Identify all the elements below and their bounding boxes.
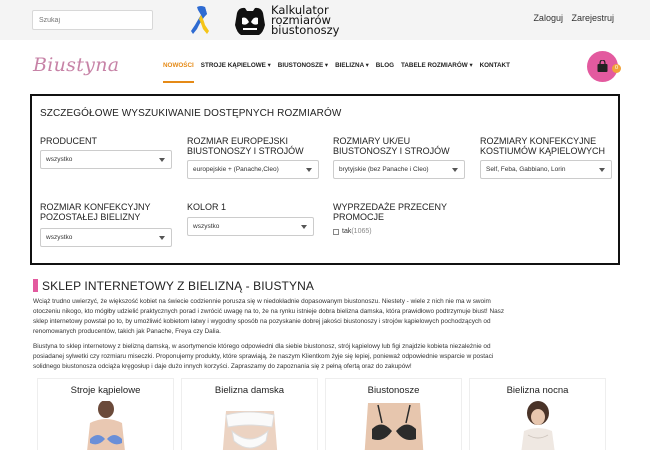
swimwear-photo	[87, 401, 125, 450]
intro-paragraph-1: Wciąż trudno uwierzyć, że większość kobi…	[33, 298, 505, 335]
intro-paragraph-2: Biustyna to sklep internetowy z bielizną…	[33, 343, 494, 370]
producent-label: PRODUCENT	[40, 136, 98, 146]
nav-item-blog[interactable]: BLOG	[376, 62, 394, 83]
brand-logo[interactable]: Biustyna	[33, 54, 119, 76]
eu-size-select[interactable]: europejskie + (Panache,Cleo)	[187, 160, 319, 179]
eu-size-value: europejskie + (Panache,Cleo)	[193, 166, 279, 173]
account-links: Zaloguj Zarejestruj	[527, 13, 614, 23]
uk-size-value: brytyjskie (bez Panache i Cleo)	[339, 166, 429, 173]
section-heading: SKLEP INTERNETOWY Z BIELIZNĄ - BIUSTYNA	[33, 278, 314, 293]
uk-size-label: ROZMIARY UK/EU BIUSTONOSZY I STROJÓW	[333, 136, 450, 156]
swimsuit-size-value: Self, Feba, Gabbiano, Lorin	[486, 166, 566, 173]
lingerie-photo	[222, 411, 278, 450]
bra-calculator-link[interactable]: Kalkulator rozmiarów biustonoszy	[271, 4, 361, 36]
nav-item-biustonosze[interactable]: BIUSTONOSZE ▾	[278, 62, 328, 83]
lingerie-size-value: wszystko	[46, 234, 73, 241]
category-card-stroje[interactable]: Stroje kąpielowe	[37, 378, 174, 450]
nightwear-photo	[521, 401, 555, 450]
heading-accent-bar	[33, 279, 38, 292]
page-title: SKLEP INTERNETOWY Z BIELIZNĄ - BIUSTYNA	[42, 278, 314, 293]
nav-item-tabele-rozmiarow[interactable]: TABELE ROZMIARÓW ▾	[401, 62, 473, 83]
nav-menu: NOWOŚCI STROJE KĄPIELOWE ▾ BIUSTONOSZE ▾…	[163, 62, 517, 83]
chevron-down-icon	[159, 236, 165, 240]
nav-item-kontakt[interactable]: KONTAKT	[480, 62, 510, 83]
cart-count-badge: 0	[612, 64, 621, 73]
color-value: wszystko	[193, 223, 220, 230]
category-card-title: Stroje kąpielowe	[70, 385, 141, 396]
chevron-down-icon	[159, 158, 165, 162]
bra-photo	[364, 403, 424, 450]
eu-size-label: ROZMIAR EUROPEJSKI BIUSTONOSZY I STROJÓW	[187, 136, 304, 156]
promo-checkbox[interactable]	[333, 229, 339, 235]
search-input[interactable]	[32, 10, 153, 30]
category-card-bielizna-nocna[interactable]: Bielizna nocna	[469, 378, 606, 450]
chevron-down-icon	[306, 168, 312, 172]
producent-select[interactable]: wszystko	[40, 150, 172, 169]
login-link[interactable]: Zaloguj	[533, 13, 563, 23]
main-navigation: Biustyna NOWOŚCI STROJE KĄPIELOWE ▾ BIUS…	[0, 40, 650, 93]
producent-value: wszystko	[46, 156, 73, 163]
color-select[interactable]: wszystko	[187, 217, 314, 236]
promo-label: WYPRZEDAŻE PRZECENY PROMOCJE	[333, 202, 448, 222]
chevron-down-icon	[301, 225, 307, 229]
bra-calculator-logo-icon[interactable]	[233, 5, 267, 37]
promo-option: tak(1065)	[342, 228, 372, 235]
nav-item-stroje-kapielowe[interactable]: STROJE KĄPIELOWE ▾	[201, 62, 271, 83]
nav-item-bielizna[interactable]: BIELIZNA ▾	[335, 62, 369, 83]
category-card-title: Bielizna nocna	[506, 385, 569, 396]
lingerie-size-select[interactable]: wszystko	[40, 228, 172, 247]
top-bar: Kalkulator rozmiarów biustonoszy Zaloguj…	[0, 0, 650, 40]
chevron-down-icon	[452, 168, 458, 172]
lingerie-size-label: ROZMIAR KONFEKCYJNY POZOSTAŁEJ BIELIZNY	[40, 202, 151, 222]
shopping-bag-icon	[597, 60, 608, 72]
category-card-title: Biustonosze	[367, 385, 420, 396]
color-label: KOLOR 1	[187, 202, 227, 212]
chevron-down-icon	[599, 168, 605, 172]
uk-size-select[interactable]: brytyjskie (bez Panache i Cleo)	[333, 160, 465, 179]
nav-item-nowosci[interactable]: NOWOŚCI	[163, 62, 194, 83]
category-card-biustonosze[interactable]: Biustonosze	[325, 378, 462, 450]
swimsuit-size-select[interactable]: Self, Feba, Gabbiano, Lorin	[480, 160, 612, 179]
filters-title: SZCZEGÓŁOWE WYSZUKIWANIE DOSTĘPNYCH ROZM…	[40, 108, 342, 119]
register-link[interactable]: Zarejestruj	[571, 13, 614, 23]
category-card-bielizna-damska[interactable]: Bielizna damska	[181, 378, 318, 450]
size-search-panel: SZCZEGÓŁOWE WYSZUKIWANIE DOSTĘPNYCH ROZM…	[30, 94, 620, 265]
swimsuit-size-label: ROZMIARY KONFEKCYJNE KOSTIUMÓW KĄPIELOWYC…	[480, 136, 606, 156]
category-card-title: Bielizna damska	[214, 385, 285, 396]
ukraine-ribbon-icon	[191, 6, 209, 34]
